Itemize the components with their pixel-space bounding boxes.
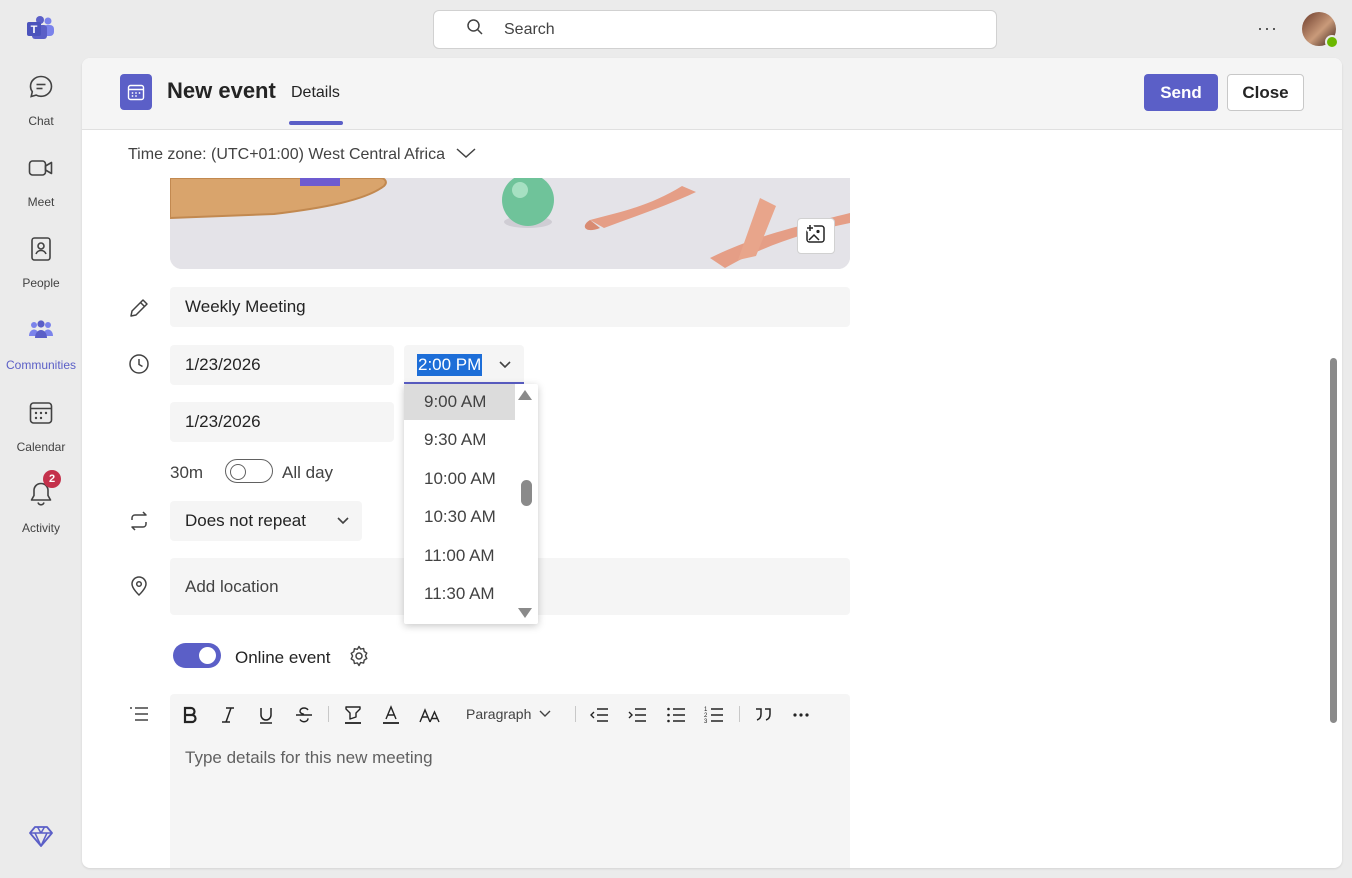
bulleted-list-icon[interactable] — [665, 704, 687, 726]
online-event-toggle[interactable] — [173, 643, 221, 668]
bold-icon[interactable] — [180, 704, 200, 726]
svg-text:T: T — [31, 24, 38, 36]
decrease-indent-icon[interactable] — [588, 704, 610, 726]
highlight-icon[interactable] — [342, 704, 364, 726]
rail-item-people[interactable]: People — [0, 235, 82, 305]
pencil-icon — [128, 297, 150, 319]
strikethrough-icon[interactable] — [294, 704, 314, 726]
event-title-input[interactable]: Weekly Meeting — [170, 287, 850, 327]
end-date-input[interactable]: 1/23/2026 — [170, 402, 394, 442]
timezone-selector[interactable]: Time zone: (UTC+01:00) West Central Afri… — [128, 146, 477, 164]
page-title: New event — [167, 78, 276, 103]
rail-item-calendar[interactable]: Calendar — [0, 399, 82, 469]
rail-label-people: People — [22, 276, 60, 290]
numbered-list-icon[interactable]: 123 — [703, 704, 725, 726]
image-add-icon — [805, 223, 827, 250]
teams-logo-icon[interactable]: T — [27, 15, 55, 41]
event-header: New event Details Send Close — [82, 58, 1342, 130]
chevron-down-icon — [445, 146, 477, 164]
chevron-down-icon — [337, 517, 349, 525]
rail-label-meet: Meet — [27, 195, 55, 209]
time-option[interactable]: 11:30 AM — [404, 576, 515, 612]
increase-indent-icon[interactable] — [626, 704, 648, 726]
start-time-value: 2:00 PM — [417, 354, 483, 376]
rail-label-communities: Communities — [5, 358, 77, 372]
contact-book-icon — [27, 235, 55, 268]
start-date-input[interactable]: 1/23/2026 — [170, 345, 394, 385]
italic-icon[interactable] — [218, 704, 238, 726]
repeat-value: Does not repeat — [185, 511, 306, 530]
toolbar-divider — [575, 706, 576, 722]
communities-icon — [27, 317, 55, 350]
scroll-down-arrow-icon[interactable] — [518, 608, 532, 618]
tab-details[interactable]: Details — [291, 84, 340, 102]
rail-item-activity[interactable]: 2 Activity — [0, 470, 82, 550]
diamond-icon[interactable] — [28, 823, 54, 849]
search-icon — [466, 18, 484, 41]
dropdown-scrollbar-thumb[interactable] — [521, 480, 532, 506]
paragraph-style-label: Paragraph — [466, 706, 532, 722]
scroll-up-arrow-icon[interactable] — [518, 390, 532, 400]
search-placeholder: Search — [504, 20, 555, 38]
close-button[interactable]: Close — [1227, 74, 1304, 111]
calendar-icon — [27, 399, 55, 432]
underline-icon[interactable] — [256, 704, 276, 726]
time-option[interactable]: 9:00 AM — [404, 384, 515, 420]
calendar-event-icon — [120, 74, 152, 110]
rail-item-chat[interactable]: Chat — [0, 73, 82, 143]
presence-available-icon — [1325, 35, 1339, 49]
search-box[interactable]: Search — [433, 10, 997, 49]
repeat-select[interactable]: Does not repeat — [170, 501, 362, 541]
tab-active-indicator — [289, 121, 343, 125]
repeat-icon — [128, 510, 150, 532]
more-options-button[interactable]: ··· — [1257, 18, 1278, 39]
time-option[interactable]: 11:00 AM — [404, 538, 515, 574]
toolbar-divider — [739, 706, 740, 722]
online-event-label: Online event — [235, 648, 331, 667]
all-day-label: All day — [282, 463, 334, 482]
details-editor[interactable]: Paragraph 123 Type details for this new … — [170, 694, 850, 868]
details-list-icon — [128, 703, 150, 725]
activity-badge: 2 — [43, 470, 61, 488]
all-day-toggle[interactable] — [225, 459, 273, 483]
start-time-select[interactable]: 2:00 PM — [404, 345, 524, 384]
rail-label-chat: Chat — [28, 114, 54, 128]
font-color-icon[interactable] — [380, 704, 402, 726]
quote-icon[interactable] — [752, 704, 774, 726]
change-image-button[interactable] — [797, 218, 835, 254]
more-formatting-icon[interactable] — [790, 704, 812, 726]
timezone-label: Time zone: (UTC+01:00) West Central Afri… — [128, 146, 445, 163]
chat-icon — [27, 73, 55, 106]
duration-label: 30m — [170, 463, 204, 482]
chevron-down-icon — [539, 710, 551, 717]
rail-item-meet[interactable]: Meet — [0, 154, 82, 224]
gear-icon[interactable] — [348, 645, 370, 667]
time-dropdown-list[interactable]: 9:00 AM 9:30 AM 10:00 AM 10:30 AM 11:00 … — [404, 384, 538, 624]
video-icon — [27, 154, 55, 187]
paragraph-style-select[interactable]: Paragraph — [466, 706, 551, 722]
svg-text:3: 3 — [704, 719, 708, 725]
font-size-icon[interactable] — [418, 704, 442, 726]
app-rail: T Chat Meet People Communities Calendar — [0, 0, 82, 878]
details-placeholder: Type details for this new meeting — [185, 748, 433, 767]
time-option[interactable]: 10:30 AM — [404, 499, 515, 535]
event-banner-image — [170, 178, 850, 269]
avatar[interactable] — [1302, 12, 1339, 49]
time-option[interactable]: 9:30 AM — [404, 422, 515, 458]
new-event-panel: New event Details Send Close Time zone: … — [82, 58, 1342, 868]
send-button[interactable]: Send — [1144, 74, 1218, 111]
page-scrollbar-thumb[interactable] — [1330, 358, 1337, 723]
toolbar-divider — [328, 706, 329, 722]
clock-icon — [128, 353, 150, 375]
chevron-down-icon — [498, 357, 512, 375]
rail-item-communities[interactable]: Communities — [0, 317, 82, 387]
rail-label-calendar: Calendar — [16, 440, 66, 454]
location-pin-icon — [128, 575, 150, 597]
rail-label-activity: Activity — [21, 521, 60, 535]
time-option[interactable]: 10:00 AM — [404, 461, 515, 497]
